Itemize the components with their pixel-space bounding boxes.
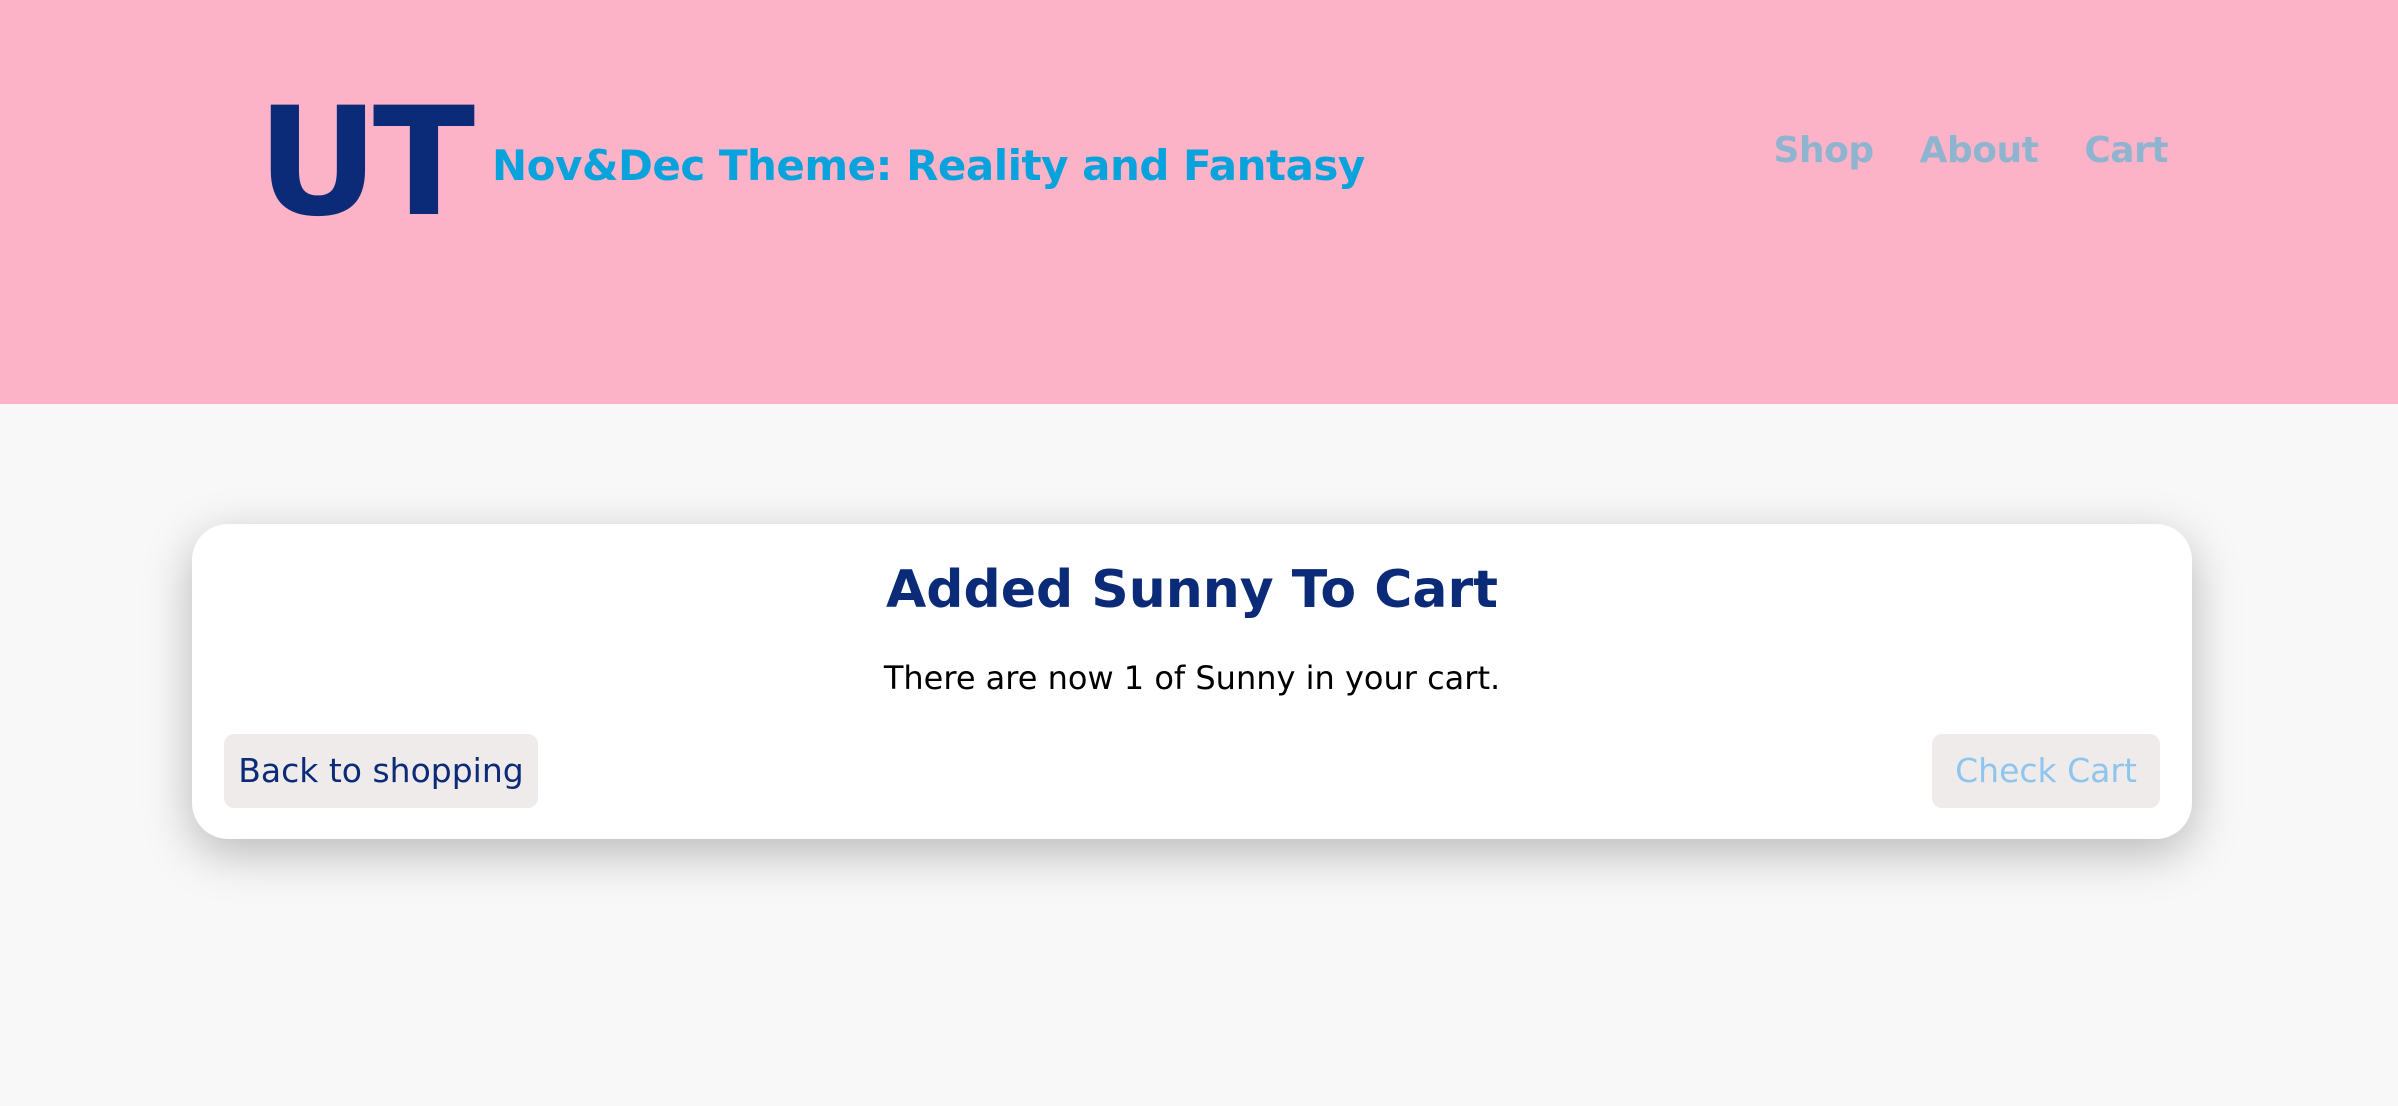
dialog-title: Added Sunny To Cart	[886, 560, 1498, 620]
back-to-shopping-button[interactable]: Back to shopping	[224, 734, 538, 808]
site-header: UT Nov&Dec Theme: Reality and Fantasy Sh…	[0, 0, 2398, 404]
main-nav: Shop About Cart	[1774, 128, 2169, 174]
nav-link-about[interactable]: About	[1920, 128, 2039, 174]
nav-link-cart[interactable]: Cart	[2084, 128, 2168, 174]
dialog-message: There are now 1 of Sunny in your cart.	[883, 659, 1501, 697]
site-logo[interactable]: UT	[257, 88, 475, 238]
nav-link-shop[interactable]: Shop	[1774, 128, 1875, 174]
check-cart-button[interactable]: Check Cart	[1932, 734, 2160, 808]
added-to-cart-dialog: Added Sunny To Cart There are now 1 of S…	[192, 524, 2192, 839]
site-title: Nov&Dec Theme: Reality and Fantasy	[492, 141, 1365, 190]
